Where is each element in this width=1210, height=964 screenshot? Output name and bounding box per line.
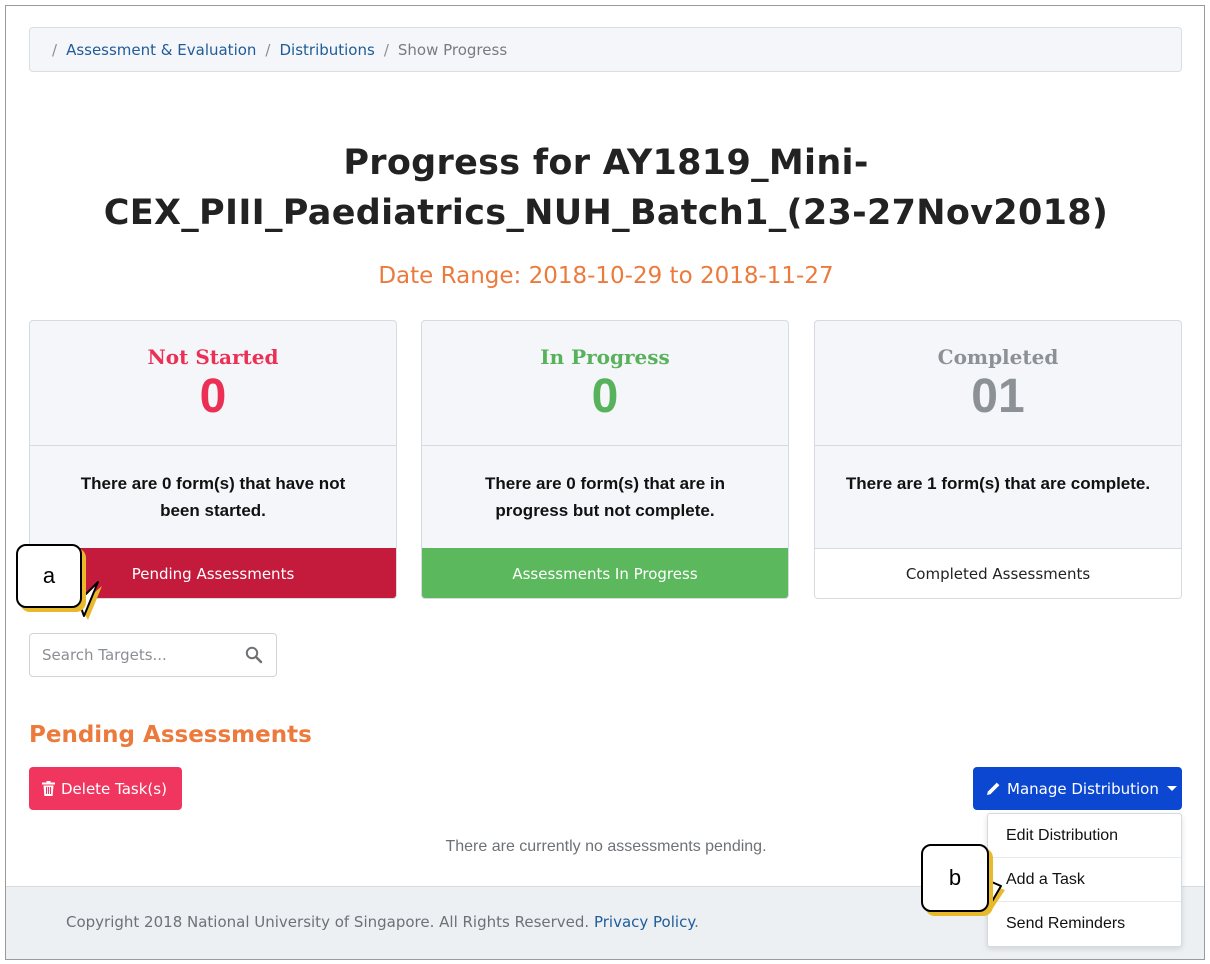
card-count: 01 xyxy=(971,370,1025,423)
search-box xyxy=(29,633,277,677)
privacy-policy-link[interactable]: Privacy Policy xyxy=(594,913,694,931)
page-title-line-2: CEX_PIII_Paediatrics_NUH_Batch1_(23-27No… xyxy=(103,193,1109,233)
page-title: Progress for AY1819_Mini- CEX_PIII_Paedi… xyxy=(6,138,1204,238)
page-frame: / Assessment & Evaluation / Distribution… xyxy=(5,5,1205,960)
page-title-line-1: Progress for AY1819_Mini- xyxy=(343,143,869,183)
card-count: 0 xyxy=(591,370,619,423)
card-label: Not Started xyxy=(147,345,279,369)
card-completed: Completed 01 There are 1 form(s) that ar… xyxy=(814,320,1182,599)
breadcrumb-distributions[interactable]: Distributions xyxy=(279,41,374,59)
breadcrumb-separator: / xyxy=(383,40,389,59)
section-title-pending: Pending Assessments xyxy=(29,722,312,748)
trash-icon xyxy=(42,781,55,796)
card-header: In Progress 0 xyxy=(422,321,788,446)
search-icon[interactable] xyxy=(245,646,263,664)
menu-item-add-task[interactable]: Add a Task xyxy=(988,858,1181,902)
card-in-progress: In Progress 0 There are 0 form(s) that a… xyxy=(421,320,789,599)
pencil-icon xyxy=(987,782,1000,795)
chevron-down-icon xyxy=(1166,786,1177,791)
card-header: Completed 01 xyxy=(815,321,1181,446)
manage-distribution-menu: Edit Distribution Add a Task Send Remind… xyxy=(987,813,1182,947)
callout-b-box: b xyxy=(921,844,989,912)
breadcrumb: / Assessment & Evaluation / Distribution… xyxy=(29,27,1182,72)
breadcrumb-separator: / xyxy=(265,40,271,59)
card-header: Not Started 0 xyxy=(30,321,396,446)
manage-distribution-label: Manage Distribution xyxy=(1007,779,1159,798)
delete-tasks-button[interactable]: Delete Task(s) xyxy=(29,767,182,810)
menu-item-send-reminders[interactable]: Send Reminders xyxy=(988,902,1181,946)
search-input[interactable] xyxy=(42,646,232,664)
card-description: There are 1 form(s) that are complete. xyxy=(845,474,1151,493)
card-label: Completed xyxy=(937,345,1059,369)
footer-text: Copyright 2018 National University of Si… xyxy=(66,913,699,931)
manage-distribution-button[interactable]: Manage Distribution xyxy=(973,767,1182,810)
assessments-in-progress-button[interactable]: Assessments In Progress xyxy=(422,548,788,598)
card-label: In Progress xyxy=(540,345,670,369)
callout-b: b xyxy=(921,844,1011,924)
breadcrumb-separator: / xyxy=(52,40,58,59)
card-count: 0 xyxy=(199,370,227,423)
breadcrumb-assessment-evaluation[interactable]: Assessment & Evaluation xyxy=(66,41,256,59)
delete-tasks-label: Delete Task(s) xyxy=(61,779,167,798)
completed-assessments-button[interactable]: Completed Assessments xyxy=(815,548,1181,598)
callout-a: a xyxy=(16,544,106,624)
card-description: There are 0 form(s) that have not been s… xyxy=(80,474,346,520)
copyright-text: Copyright 2018 National University of Si… xyxy=(66,913,590,931)
breadcrumb-current: Show Progress xyxy=(397,40,508,59)
callout-a-box: a xyxy=(16,544,82,608)
card-description: There are 0 form(s) that are in progress… xyxy=(485,474,725,520)
date-range: Date Range: 2018-10-29 to 2018-11-27 xyxy=(378,263,834,289)
footer-period: . xyxy=(694,913,699,931)
menu-item-edit-distribution[interactable]: Edit Distribution xyxy=(988,814,1181,858)
